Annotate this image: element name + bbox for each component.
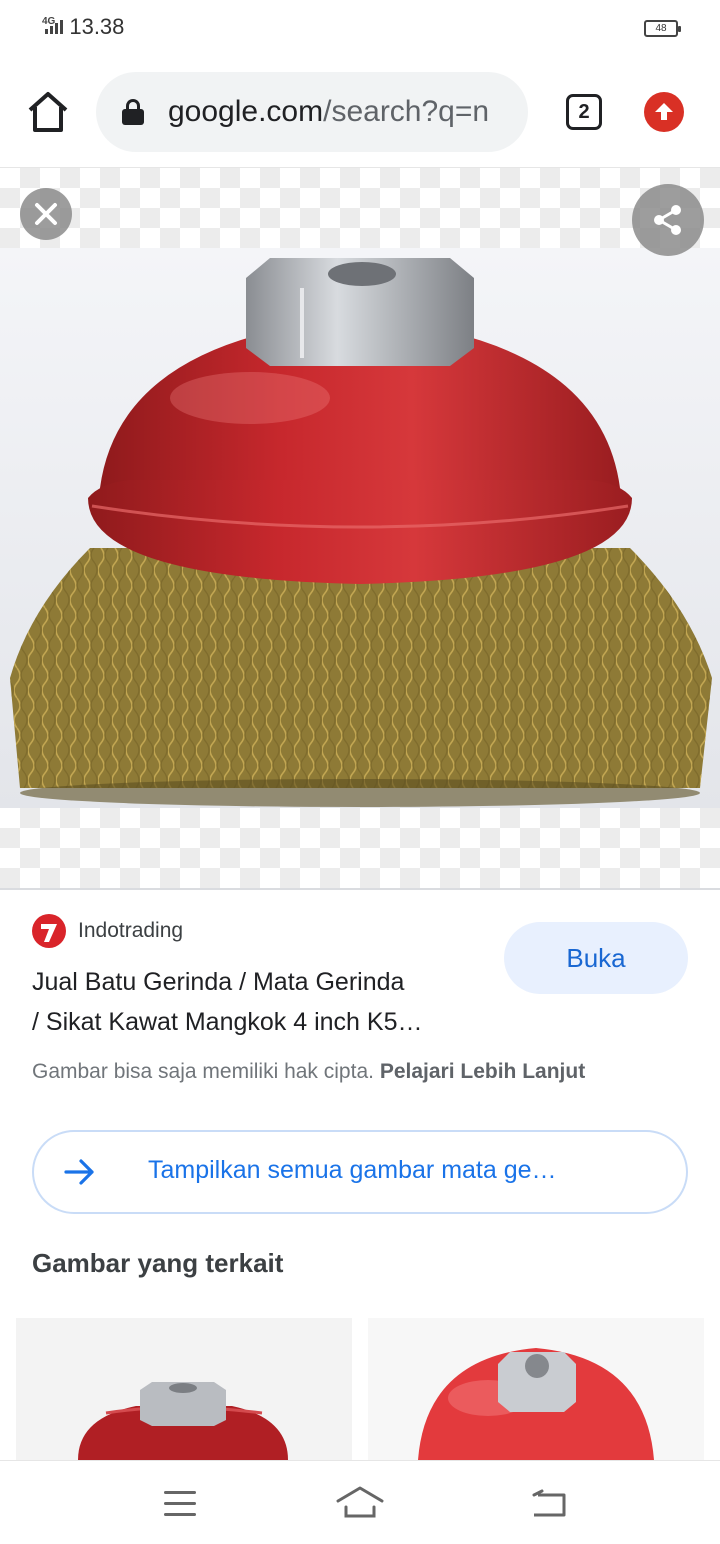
- status-left: 4G 13.38: [42, 14, 124, 40]
- arrow-right-icon: [64, 1159, 94, 1185]
- source-row[interactable]: Indotrading: [32, 914, 183, 948]
- address-bar[interactable]: google.com/search?q=n: [96, 72, 528, 152]
- close-button[interactable]: [20, 188, 72, 240]
- close-icon: [35, 203, 57, 225]
- update-button[interactable]: [644, 92, 684, 132]
- product-image: [0, 248, 720, 808]
- back-icon[interactable]: [530, 1489, 568, 1519]
- share-icon: [654, 205, 681, 235]
- home-icon[interactable]: [336, 1485, 384, 1519]
- lock-icon: [122, 99, 144, 125]
- related-images-heading: Gambar yang terkait: [32, 1248, 284, 1278]
- menu-icon[interactable]: [164, 1491, 196, 1517]
- related-image-1[interactable]: [16, 1318, 352, 1460]
- result-title[interactable]: Jual Batu Gerinda / Mata Gerinda / Sikat…: [32, 962, 482, 1042]
- related-image-2[interactable]: [368, 1318, 704, 1460]
- source-name: Indotrading: [78, 919, 184, 942]
- tab-switcher-button[interactable]: 2: [566, 94, 602, 130]
- copyright-notice: Gambar bisa saja memiliki hak cipta. Pel…: [32, 1060, 585, 1084]
- home-icon: [28, 92, 68, 132]
- system-nav-bar: [0, 1460, 720, 1544]
- home-button[interactable]: [22, 86, 74, 138]
- battery-level: 48: [655, 23, 667, 34]
- result-title-line-2: / Sikat Kawat Mangkok 4 inch K5…: [32, 1008, 423, 1036]
- show-all-images-button[interactable]: Tampilkan semua gambar mata ge…: [32, 1130, 688, 1214]
- indotrading-logo-icon: [32, 914, 66, 948]
- browser-toolbar: google.com/search?q=n 2: [0, 56, 720, 168]
- show-all-label: Tampilkan semua gambar mata ge…: [148, 1156, 557, 1184]
- learn-more-link[interactable]: Pelajari Lebih Lanjut: [380, 1060, 585, 1083]
- url-text: google.com/search?q=n: [168, 95, 489, 129]
- share-button[interactable]: [632, 184, 704, 256]
- clock: 13.38: [69, 14, 125, 39]
- divider: [0, 888, 720, 890]
- related-image-1-picture: [78, 1382, 288, 1460]
- url-path: /search?q=n: [323, 95, 490, 128]
- image-viewer[interactable]: [0, 168, 720, 888]
- battery-icon: 48: [644, 20, 681, 37]
- visit-button[interactable]: Buka: [504, 922, 688, 994]
- status-bar: 4G 13.38 48: [0, 0, 720, 56]
- url-domain: google.com: [168, 95, 324, 128]
- related-image-2-picture: [418, 1348, 654, 1460]
- result-title-line-1: Jual Batu Gerinda / Mata Gerinda: [32, 968, 405, 996]
- tab-count: 2: [578, 100, 590, 123]
- copyright-text: Gambar bisa saja memiliki hak cipta.: [32, 1060, 374, 1083]
- update-icon: [655, 103, 673, 120]
- network-type: 4G: [42, 15, 56, 27]
